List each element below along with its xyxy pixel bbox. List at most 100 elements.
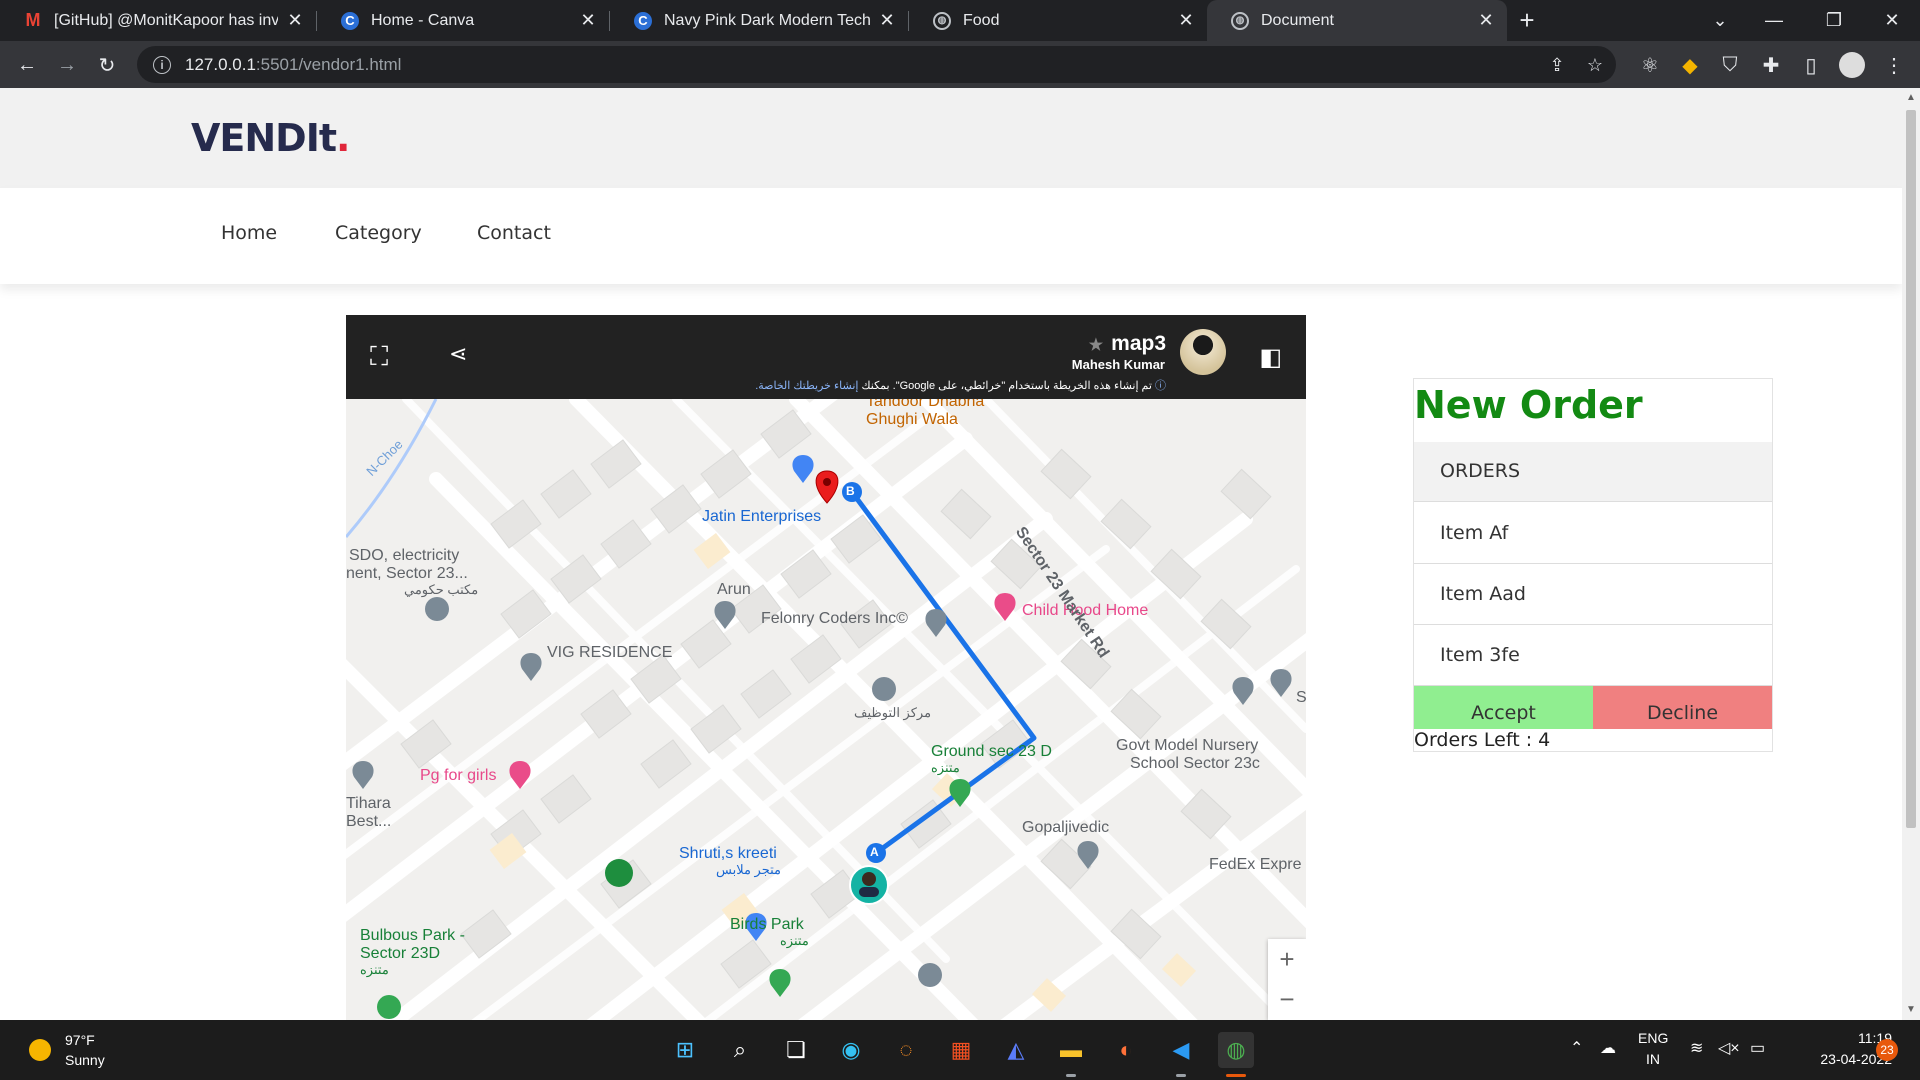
logo-dot: . xyxy=(336,116,350,160)
tab-home-canva[interactable]: C Home - Canva ✕ xyxy=(317,0,609,41)
site-logo[interactable]: VENDIt. xyxy=(191,116,351,160)
show-hidden-icons-chevron-icon[interactable]: ⌃ xyxy=(1570,1038,1583,1058)
canva-icon: C xyxy=(634,11,652,30)
back-arrow-icon[interactable]: ← xyxy=(11,49,43,81)
minimize-button[interactable]: — xyxy=(1748,0,1800,41)
map-canvas[interactable]: A B Tandoor Dhabha Ghughi Wala Jatin Ent… xyxy=(346,393,1306,1020)
route-start-marker-a[interactable]: A xyxy=(870,845,879,859)
chrome-icon[interactable]: ◍ xyxy=(1218,1032,1254,1068)
new-order-panel: New Order ORDERS Item Af Item Aad Item 3… xyxy=(1413,378,1773,752)
scroll-up-arrow-icon[interactable]: ▲ xyxy=(1906,92,1916,103)
order-item[interactable]: Item Af xyxy=(1414,503,1772,564)
zoom-in-button[interactable]: + xyxy=(1268,939,1306,979)
zoom-out-button[interactable]: − xyxy=(1268,979,1306,1019)
star-icon[interactable]: ★ xyxy=(1089,337,1103,354)
browser-menu-icon[interactable]: ⋮ xyxy=(1878,49,1910,81)
extensions-puzzle-icon[interactable]: ✚ xyxy=(1755,49,1787,81)
page-scrollbar[interactable]: ▲ ▼ xyxy=(1902,88,1920,1020)
search-icon[interactable]: ⌕ xyxy=(722,1032,758,1068)
route-end-marker-b[interactable]: B xyxy=(846,484,855,498)
running-indicator xyxy=(1066,1074,1076,1077)
weather-temperature[interactable]: 97°F xyxy=(65,1032,95,1048)
poi-jatin-enterprises[interactable]: Jatin Enterprises xyxy=(702,508,821,526)
speaker-muted-icon[interactable]: ◁× xyxy=(1718,1038,1740,1058)
sunny-weather-icon[interactable] xyxy=(29,1039,51,1061)
poi-tihara[interactable]: Tihara xyxy=(346,795,391,813)
notification-badge[interactable]: 23 xyxy=(1876,1039,1898,1061)
input-language[interactable]: ENG xyxy=(1638,1030,1668,1046)
poi-gopaljivedic[interactable]: Gopaljivedic xyxy=(1022,819,1109,837)
poi-felonry-coders[interactable]: Felonry Coders Inc© xyxy=(761,610,908,628)
react-devtools-icon[interactable]: ⚛ xyxy=(1634,49,1666,81)
poi-govt-model-nursery[interactable]: Govt Model Nursery xyxy=(1116,737,1258,755)
site-info-icon[interactable]: i xyxy=(153,55,171,74)
share-icon[interactable]: ⇪ xyxy=(1546,54,1568,76)
fullscreen-icon[interactable]: ⛶ xyxy=(370,341,388,373)
close-tab-icon[interactable]: ✕ xyxy=(286,10,304,31)
close-tab-icon[interactable]: ✕ xyxy=(1177,10,1195,31)
scroll-down-arrow-icon[interactable]: ▼ xyxy=(1906,1004,1916,1015)
color-picker-extension-icon[interactable]: ◆ xyxy=(1674,49,1706,81)
scrollbar-thumb[interactable] xyxy=(1906,110,1916,828)
file-explorer-icon[interactable]: ▬ xyxy=(1053,1032,1089,1068)
poi-arun[interactable]: Arun xyxy=(717,581,751,599)
shield-extension-icon[interactable]: ⛉ xyxy=(1714,49,1746,81)
close-tab-icon[interactable]: ✕ xyxy=(1477,10,1495,31)
tab-github-invite[interactable]: M [GitHub] @MonitKapoor has invi ✕ xyxy=(0,0,316,41)
poi-ground-sec-23d[interactable]: Ground sec 23 D xyxy=(931,743,1052,761)
weather-condition[interactable]: Sunny xyxy=(65,1052,105,1068)
bookmark-star-icon[interactable]: ☆ xyxy=(1584,54,1606,76)
tab-navy-pink-canva[interactable]: C Navy Pink Dark Modern Technolo ✕ xyxy=(610,0,908,41)
poi-vig-residence[interactable]: VIG RESIDENCE xyxy=(547,644,672,662)
poi-sdo-electricity[interactable]: SDO, electricity xyxy=(349,547,459,565)
map-legend-toggle-icon[interactable]: ◧ xyxy=(1259,343,1282,372)
battery-icon[interactable]: ▭ xyxy=(1750,1038,1765,1058)
map-title-text: map3 xyxy=(1111,332,1166,355)
poi-shrutis-kreeti[interactable]: Shruti,s kreeti xyxy=(679,845,777,863)
firefox-icon[interactable]: ◐ xyxy=(1108,1032,1144,1068)
microsoft-store-icon[interactable]: ▦ xyxy=(943,1032,979,1068)
close-window-button[interactable]: ✕ xyxy=(1866,0,1918,41)
author-avatar xyxy=(1180,329,1226,375)
poi-ghughi-wala[interactable]: Ghughi Wala xyxy=(866,411,958,429)
wifi-icon[interactable]: ≋ xyxy=(1690,1038,1703,1058)
close-tab-icon[interactable]: ✕ xyxy=(878,10,896,31)
side-panel-icon[interactable]: ▯ xyxy=(1795,49,1827,81)
reload-icon[interactable]: ↻ xyxy=(91,49,123,81)
order-item[interactable]: Item 3fe xyxy=(1414,625,1772,686)
nav-category-link[interactable]: Category xyxy=(335,222,422,244)
tab-food[interactable]: ◍ Food ✕ xyxy=(909,0,1207,41)
vscode-icon[interactable]: ◀ xyxy=(1163,1032,1199,1068)
jupyter-icon[interactable]: ◌ xyxy=(888,1032,924,1068)
accept-button[interactable]: Accept xyxy=(1414,686,1593,729)
profile-avatar[interactable] xyxy=(1836,49,1868,81)
forward-arrow-icon[interactable]: → xyxy=(51,49,83,81)
edge-browser-icon[interactable]: ◉ xyxy=(833,1032,869,1068)
poi-pg-for-girls[interactable]: Pg for girls xyxy=(420,767,496,785)
nav-contact-link[interactable]: Contact xyxy=(477,222,551,244)
poi-fedex[interactable]: FedEx Expre xyxy=(1209,856,1301,874)
create-map-link[interactable]: إنشاء خريطتك الخاصة. xyxy=(755,380,858,392)
windows-start-icon[interactable]: ⊞ xyxy=(667,1032,703,1068)
close-tab-icon[interactable]: ✕ xyxy=(579,10,597,31)
tab-title: Navy Pink Dark Modern Technolo xyxy=(664,11,870,29)
input-region[interactable]: IN xyxy=(1646,1051,1660,1067)
embedded-map[interactable]: ⛶ ⋖ ★ map3 Mahesh Kumar ◧ ⓘ تم إنشاء هذه … xyxy=(346,315,1306,1020)
poi-govt-school: School Sector 23c xyxy=(1130,755,1260,772)
task-view-icon[interactable]: ❏ xyxy=(778,1032,814,1068)
tab-search-chevron-icon[interactable]: ⌄ xyxy=(1694,0,1746,41)
poi-bulbous-park[interactable]: Bulbous Park - xyxy=(360,927,465,945)
poi-birds-park[interactable]: Birds Park xyxy=(730,916,804,934)
order-item[interactable]: Item Aad xyxy=(1414,564,1772,625)
address-bar[interactable]: i 127.0.0.1:5501/vendor1.html ⇪ ☆ xyxy=(137,46,1616,83)
app-m-icon[interactable]: ◭ xyxy=(998,1032,1034,1068)
decline-button[interactable]: Decline xyxy=(1593,686,1772,729)
tab-document[interactable]: ◍ Document ✕ xyxy=(1207,0,1507,41)
new-tab-button[interactable]: + xyxy=(1507,0,1547,41)
share-icon[interactable]: ⋖ xyxy=(449,341,467,367)
poi-markaz[interactable]: مركز التوظيف xyxy=(854,705,931,720)
map-attribution-note: ⓘ تم إنشاء هذه الخريطة باستخدام "خرائطي،… xyxy=(755,377,1166,393)
onedrive-cloud-icon[interactable]: ☁ xyxy=(1600,1038,1616,1058)
nav-home-link[interactable]: Home xyxy=(221,222,277,244)
restore-button[interactable]: ❐ xyxy=(1808,0,1860,41)
